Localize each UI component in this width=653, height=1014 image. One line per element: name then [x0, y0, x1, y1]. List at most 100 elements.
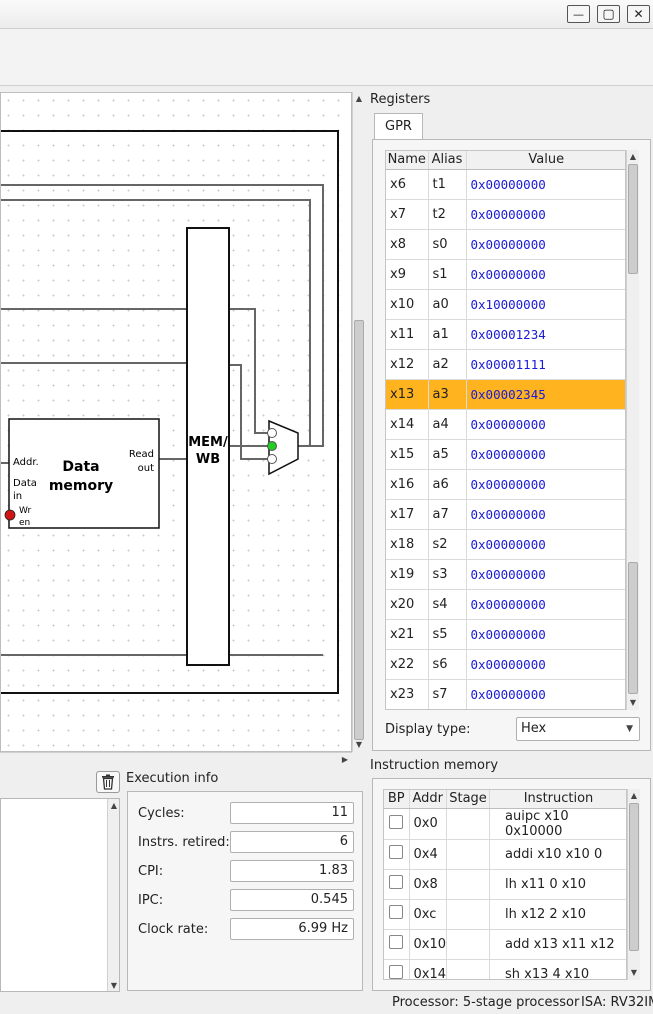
register-value[interactable]: 0x00000000	[466, 679, 625, 709]
instruction-row[interactable]: 0x4 addi x10 x10 0	[384, 839, 626, 870]
register-row-x9[interactable]: x9 s1 0x00000000	[386, 259, 625, 290]
breakpoint-checkbox[interactable]	[389, 845, 404, 859]
wire	[229, 308, 269, 434]
register-row-x21[interactable]: x21 s5 0x00000000	[386, 619, 625, 650]
writeback-mux[interactable]	[267, 419, 299, 476]
register-value[interactable]: 0x00000000	[466, 229, 625, 260]
scrollbar-thumb[interactable]	[628, 164, 638, 274]
maximize-button[interactable]: ▢	[597, 5, 620, 23]
instruction-table-scrollbar[interactable]: ▲ ▼	[627, 789, 640, 980]
register-row-x16[interactable]: x16 a6 0x00000000	[386, 469, 625, 500]
scrollbar-thumb[interactable]	[628, 562, 638, 694]
scroll-up-icon[interactable]: ▲	[627, 150, 639, 162]
processor-datapath-view[interactable]: Data memory Addr. Data in Wr en Read out…	[0, 92, 352, 752]
column-header-value[interactable]: Value	[466, 151, 625, 170]
register-row-x7[interactable]: x7 t2 0x00000000	[386, 199, 625, 230]
register-alias: t2	[428, 199, 467, 230]
register-row-x22[interactable]: x22 s6 0x00000000	[386, 649, 625, 680]
column-header-stage[interactable]: Stage	[446, 790, 491, 809]
register-value[interactable]: 0x00001234	[466, 319, 625, 350]
register-table-scrollbar[interactable]: ▲ ▼	[626, 150, 639, 710]
register-row-x19[interactable]: x19 s3 0x00000000	[386, 559, 625, 590]
column-header-bp[interactable]: BP	[384, 790, 410, 809]
instruction-row[interactable]: 0x10 add x13 x11 x12	[384, 929, 626, 960]
register-value[interactable]: 0x00000000	[466, 259, 625, 290]
register-value[interactable]: 0x00000000	[466, 469, 625, 500]
breakpoint-checkbox[interactable]	[389, 905, 404, 919]
register-value[interactable]: 0x00000000	[466, 529, 625, 560]
scroll-down-icon[interactable]: ▼	[627, 696, 639, 708]
breakpoint-cell[interactable]	[384, 839, 410, 870]
scroll-down-icon[interactable]: ▼	[628, 966, 640, 978]
data-in-port-label-line2: in	[13, 491, 22, 502]
breakpoint-cell[interactable]	[384, 899, 410, 930]
ipc-field: 0.545	[230, 889, 354, 911]
register-value[interactable]: 0x00000000	[466, 199, 625, 230]
scroll-down-icon[interactable]: ▼	[353, 738, 365, 750]
column-header-instruction[interactable]: Instruction	[489, 790, 626, 809]
breakpoint-cell[interactable]	[384, 959, 410, 979]
close-button[interactable]: ✕	[627, 5, 650, 23]
register-value[interactable]: 0x00000000	[466, 619, 625, 650]
register-row-x18[interactable]: x18 s2 0x00000000	[386, 529, 625, 560]
scroll-up-icon[interactable]: ▲	[628, 789, 640, 801]
register-name: x13	[386, 379, 429, 410]
tab-gpr[interactable]: GPR	[374, 113, 423, 139]
breakpoint-checkbox[interactable]	[389, 814, 404, 829]
register-value[interactable]: 0x00000000	[466, 589, 625, 620]
register-row-x11[interactable]: x11 a1 0x00001234	[386, 319, 625, 350]
breakpoint-checkbox[interactable]	[389, 935, 404, 949]
register-row-x8[interactable]: x8 s0 0x00000000	[386, 229, 625, 260]
register-value[interactable]: 0x00000000	[466, 559, 625, 590]
register-row-x20[interactable]: x20 s4 0x00000000	[386, 589, 625, 620]
title-bar: — ▢ ✕	[0, 0, 653, 28]
register-value[interactable]: 0x00000000	[466, 439, 625, 470]
instruction-row[interactable]: 0x14 sh x13 4 x10	[384, 959, 626, 979]
register-value[interactable]: 0x00000000	[466, 499, 625, 530]
chevron-down-icon: ▼	[626, 724, 633, 734]
breakpoint-cell[interactable]	[384, 869, 410, 900]
register-value[interactable]: 0x00000000	[466, 649, 625, 680]
instruction-row[interactable]: 0xc lh x12 2 x10	[384, 899, 626, 930]
instruction-row[interactable]: 0x0 auipc x10 0x10000	[384, 808, 626, 840]
cpi-field: 1.83	[230, 860, 354, 882]
register-row-x10[interactable]: x10 a0 0x10000000	[386, 289, 625, 320]
register-value[interactable]: 0x00001111	[466, 349, 625, 380]
mux-input-indicator	[267, 428, 277, 438]
display-type-select[interactable]: Hex ▼	[516, 717, 640, 741]
column-header-name[interactable]: Name	[386, 151, 429, 170]
console-scrollbar[interactable]: ▲ ▼	[107, 799, 119, 991]
instruction-row[interactable]: 0x8 lh x11 0 x10	[384, 869, 626, 900]
scroll-up-icon[interactable]: ▲	[108, 799, 120, 811]
scroll-down-icon[interactable]: ▼	[108, 979, 120, 991]
scroll-right-icon[interactable]: ▶	[339, 753, 351, 765]
register-row-x13[interactable]: x13 a3 0x00002345	[386, 379, 625, 410]
register-row-x14[interactable]: x14 a4 0x00000000	[386, 409, 625, 440]
mem-wb-pipeline-register[interactable]: MEM/ WB	[186, 227, 230, 666]
breakpoint-checkbox[interactable]	[389, 875, 404, 889]
register-row-x6[interactable]: x6 t1 0x00000000	[386, 169, 625, 200]
scrollbar-thumb[interactable]	[629, 803, 639, 951]
data-memory-block[interactable]: Data memory Addr. Data in Wr en Read out	[4, 418, 160, 529]
column-header-alias[interactable]: Alias	[428, 151, 467, 170]
register-value[interactable]: 0x00000000	[466, 169, 625, 200]
clock-rate-field[interactable]: 6.99 Hz	[230, 918, 354, 940]
register-row-x15[interactable]: x15 a5 0x00000000	[386, 439, 625, 470]
breakpoint-checkbox[interactable]	[389, 965, 404, 979]
breakpoint-cell[interactable]	[384, 808, 410, 840]
register-row-x12[interactable]: x12 a2 0x00001111	[386, 349, 625, 380]
console-output[interactable]: ▲ ▼	[0, 798, 120, 992]
register-value[interactable]: 0x10000000	[466, 289, 625, 320]
register-row-x23[interactable]: x23 s7 0x00000000	[386, 679, 625, 709]
datapath-horizontal-scrollbar[interactable]: ▶	[0, 752, 352, 765]
minimize-button[interactable]: —	[567, 5, 590, 23]
scrollbar-thumb[interactable]	[354, 320, 364, 740]
clear-console-button[interactable]	[96, 771, 120, 793]
datapath-vertical-scrollbar[interactable]: ▲ ▼	[352, 92, 365, 752]
scroll-up-icon[interactable]: ▲	[353, 92, 365, 104]
register-value[interactable]: 0x00002345	[466, 379, 625, 410]
register-row-x17[interactable]: x17 a7 0x00000000	[386, 499, 625, 530]
breakpoint-cell[interactable]	[384, 929, 410, 960]
column-header-addr[interactable]: Addr	[409, 790, 448, 809]
register-value[interactable]: 0x00000000	[466, 409, 625, 440]
